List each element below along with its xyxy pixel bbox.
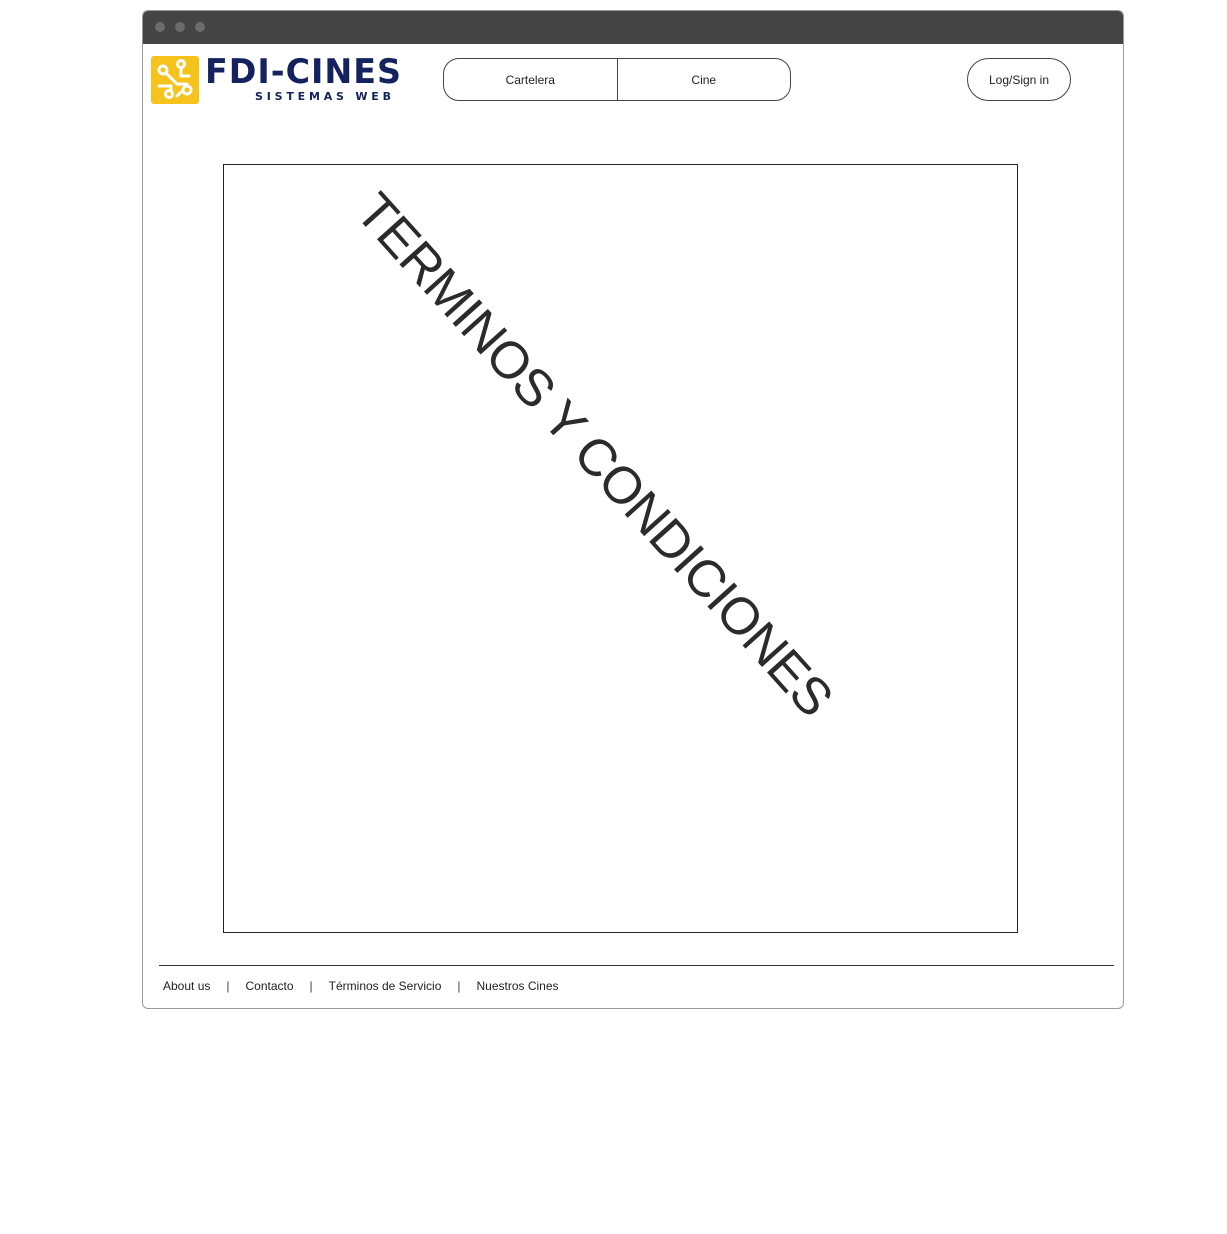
footer-links: About us | Contacto | Términos de Servic… (163, 979, 559, 993)
footer-separator: | (457, 979, 461, 993)
logo-subtitle: SISTEMAS WEB (255, 90, 395, 103)
nav-cartelera-button[interactable]: Cartelera (444, 59, 617, 100)
footer-cinemas-link[interactable]: Nuestros Cines (477, 979, 559, 993)
main-nav: Cartelera Cine (443, 58, 791, 101)
logo-title: FDI-CINES (205, 52, 402, 92)
footer-separator: | (309, 979, 313, 993)
window-maximize-dot[interactable] (195, 22, 205, 32)
window-titlebar (143, 11, 1123, 44)
window-close-dot[interactable] (155, 22, 165, 32)
nav-cine-button[interactable]: Cine (616, 59, 791, 100)
circuit-icon (151, 56, 199, 104)
footer-divider (159, 965, 1114, 966)
footer-terms-link[interactable]: Términos de Servicio (329, 979, 442, 993)
window-minimize-dot[interactable] (175, 22, 185, 32)
login-signin-button[interactable]: Log/Sign in (967, 58, 1071, 101)
browser-window: FDI-CINES SISTEMAS WEB Cartelera Cine Lo… (142, 10, 1124, 1009)
site-logo[interactable]: FDI-CINES SISTEMAS WEB (151, 52, 417, 106)
footer-contact-link[interactable]: Contacto (246, 979, 294, 993)
terms-content-panel: TERMINOS Y CONDICIONES (223, 164, 1018, 933)
footer-separator: | (226, 979, 230, 993)
footer-about-link[interactable]: About us (163, 979, 210, 993)
terms-title: TERMINOS Y CONDICIONES (344, 182, 844, 728)
